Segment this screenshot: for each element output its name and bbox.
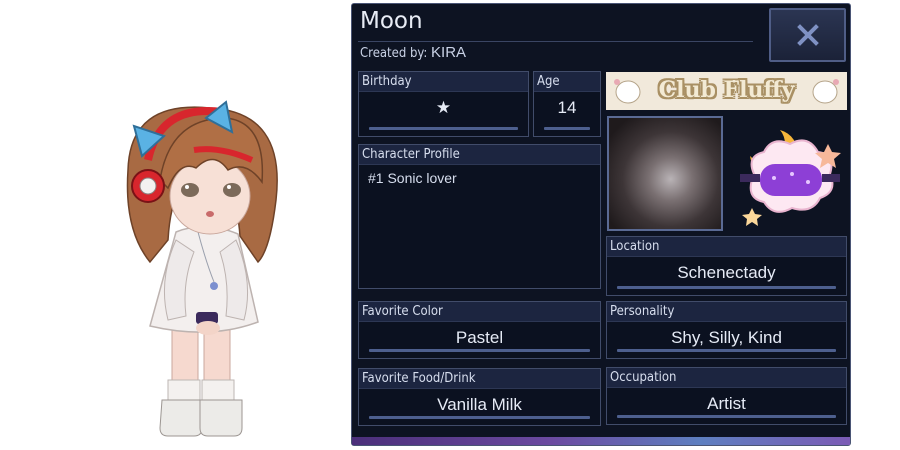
occupation-field[interactable]: Occupation Artist	[606, 367, 847, 425]
character-preview	[0, 0, 350, 450]
personality-label: Personality	[607, 302, 846, 322]
occupation-underline	[617, 415, 836, 418]
close-button[interactable]	[769, 8, 846, 62]
location-label: Location	[607, 237, 846, 257]
sleep-mask-cloud-sticker-icon	[740, 130, 841, 226]
location-field[interactable]: Location Schenectady	[606, 236, 847, 296]
creator-name: KIRA	[431, 44, 467, 61]
favorite-food-drink-label: Favorite Food/Drink	[359, 369, 600, 389]
banner-text: Club Fluffy	[658, 77, 795, 103]
favorite-color-underline	[369, 349, 590, 352]
birthday-field[interactable]: Birthday ★	[358, 71, 529, 137]
age-field[interactable]: Age 14	[533, 71, 601, 137]
favorite-food-drink-underline	[369, 416, 590, 419]
favorite-color-field[interactable]: Favorite Color Pastel	[358, 301, 601, 359]
favorite-color-label: Favorite Color	[359, 302, 600, 322]
panel-bottom-gradient	[352, 437, 850, 445]
location-value: Schenectady	[677, 263, 776, 282]
character-profile-panel: Moon Created by: KIRA Birthday ★ Age 14	[351, 3, 851, 446]
club-fluffy-banner: Club Fluffy	[606, 72, 847, 110]
age-label: Age	[534, 72, 600, 92]
personality-underline	[617, 349, 836, 352]
created-by-label: Created by:	[360, 46, 428, 61]
birthday-underline	[369, 127, 518, 130]
character-name: Moon	[360, 8, 423, 34]
character-profile-label: Character Profile	[359, 145, 600, 165]
personality-value: Shy, Silly, Kind	[671, 328, 782, 347]
character-profile-field[interactable]: Character Profile #1 Sonic lover	[358, 144, 601, 289]
personality-field[interactable]: Personality Shy, Silly, Kind	[606, 301, 847, 359]
location-underline	[617, 286, 836, 289]
favorite-food-drink-value: Vanilla Milk	[437, 395, 522, 414]
occupation-label: Occupation	[607, 368, 846, 388]
creator-line: Created by: KIRA	[360, 44, 466, 61]
close-x-icon	[796, 24, 819, 46]
favorite-color-value: Pastel	[455, 328, 504, 347]
favorite-food-drink-field[interactable]: Favorite Food/Drink Vanilla Milk	[358, 368, 601, 426]
birthday-label: Birthday	[359, 72, 528, 92]
age-underline	[544, 127, 590, 130]
character-sprite	[126, 100, 278, 437]
character-profile-text: #1 Sonic lover	[368, 170, 457, 186]
profile-photo[interactable]	[607, 116, 723, 231]
header-divider	[358, 41, 753, 42]
occupation-value: Artist	[707, 394, 746, 413]
